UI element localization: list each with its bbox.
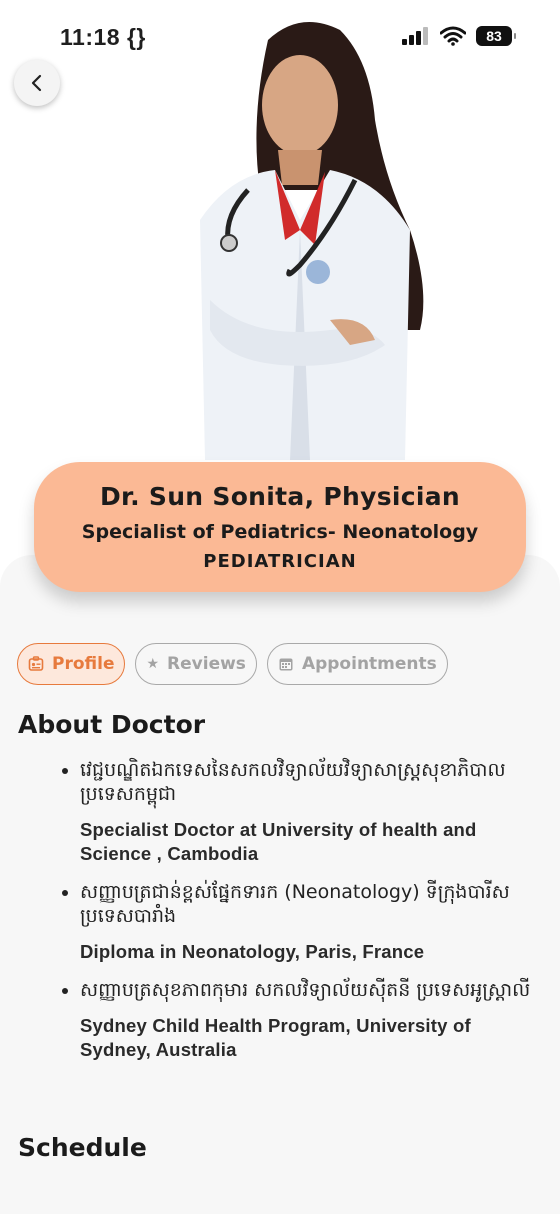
doctor-name: Dr. Sun Sonita, Physician bbox=[99, 482, 460, 511]
qualification-khmer: សញ្ញាបត្រជាន់ខ្ពស់ផ្នែកទារក (Neonatology… bbox=[80, 881, 510, 927]
id-card-icon bbox=[28, 656, 44, 671]
calendar-icon bbox=[279, 658, 293, 671]
list-item: វេជ្ជបណ្ឌិតឯកទេសនៃសកលវិទ្យាល័យវិទ្យាសាស្… bbox=[60, 758, 540, 866]
doctor-role: PEDIATRICIAN bbox=[203, 551, 357, 572]
qualification-english: Sydney Child Health Program, University … bbox=[80, 1015, 471, 1060]
battery-level: 83 bbox=[486, 28, 502, 44]
tab-profile-label: Profile bbox=[52, 654, 115, 674]
about-list: វេជ្ជបណ្ឌិតឯកទេសនៃសកលវិទ្យាល័យវិទ្យាសាស្… bbox=[60, 758, 540, 1076]
qualification-khmer: សញ្ញាបត្រសុខភាពកុមារ សកលវិទ្យាល័យស៊ីតនី … bbox=[80, 979, 531, 1001]
chevron-left-icon bbox=[31, 74, 42, 92]
list-item: សញ្ញាបត្រសុខភាពកុមារ សកលវិទ្យាល័យស៊ីតនី … bbox=[60, 978, 540, 1062]
doctor-specialty: Specialist of Pediatrics- Neonatology bbox=[81, 521, 479, 543]
profile-tabs: Profile ★ Reviews Appointments bbox=[17, 643, 448, 685]
star-icon: ★ bbox=[146, 656, 160, 672]
status-time: 11:18 {} bbox=[60, 24, 146, 50]
schedule-heading: Schedule bbox=[18, 1133, 147, 1162]
tab-reviews-label: Reviews bbox=[167, 654, 246, 674]
status-icons: 83 bbox=[402, 26, 516, 46]
battery-icon: 83 bbox=[476, 26, 516, 46]
tab-appointments[interactable]: Appointments bbox=[266, 643, 448, 685]
qualification-english: Diploma in Neonatology, Paris, France bbox=[80, 941, 425, 962]
tab-reviews[interactable]: ★ Reviews bbox=[135, 643, 257, 685]
back-button[interactable] bbox=[14, 60, 60, 106]
tab-appointments-label: Appointments bbox=[301, 654, 437, 674]
status-bar: 11:18 {} 83 bbox=[0, 0, 560, 70]
about-doctor-heading: About Doctor bbox=[18, 710, 206, 739]
cellular-signal-icon bbox=[402, 27, 428, 45]
tab-profile[interactable]: Profile bbox=[17, 643, 126, 685]
wifi-icon bbox=[440, 26, 466, 46]
list-item: សញ្ញាបត្រជាន់ខ្ពស់ផ្នែកទារក (Neonatology… bbox=[60, 880, 540, 964]
qualification-khmer: វេជ្ជបណ្ឌិតឯកទេសនៃសកលវិទ្យាល័យវិទ្យាសាស្… bbox=[80, 759, 506, 805]
qualification-english: Specialist Doctor at University of healt… bbox=[80, 819, 477, 864]
doctor-info-card: Dr. Sun Sonita, Physician Specialist of … bbox=[34, 462, 526, 592]
